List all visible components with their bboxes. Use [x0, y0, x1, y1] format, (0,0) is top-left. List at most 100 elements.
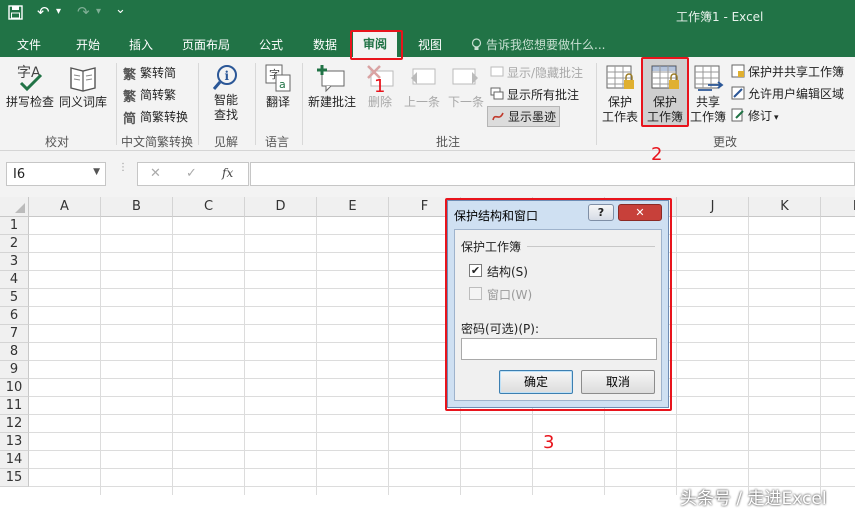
track-changes-dropdown-icon: ▾	[774, 113, 779, 123]
annotation-step-1: 1	[374, 76, 386, 97]
column-header[interactable]: K	[749, 197, 821, 217]
annotation-box-review-tab	[350, 30, 403, 60]
row-header[interactable]: 12	[0, 415, 29, 433]
tell-me-search[interactable]: 告诉我您想要做什么...	[471, 36, 605, 53]
tab-data[interactable]: 数据	[313, 36, 337, 53]
redo-icon[interactable]: ↷	[77, 3, 90, 21]
show-hide-comment-button[interactable]: 显示/隐藏批注	[490, 64, 583, 81]
row-header[interactable]: 1	[0, 217, 29, 235]
annotation-step-3: 3	[543, 432, 555, 453]
svg-text:i: i	[225, 69, 230, 83]
row-header[interactable]: 11	[0, 397, 29, 415]
protect-sheet-label-2: 工作表	[601, 110, 638, 124]
formula-bar-grip-icon[interactable]: ⋮	[118, 163, 128, 173]
cancel-formula-icon[interactable]: ✕	[150, 166, 161, 181]
simp-to-trad-label: 简转繁	[140, 88, 177, 102]
protect-sheet-button[interactable]: 保护 工作表	[600, 63, 640, 125]
previous-comment-icon	[411, 68, 436, 85]
annotation-box-dialog	[445, 198, 672, 411]
name-box[interactable]: I6 ▼	[6, 162, 106, 186]
formula-bar-area: I6 ▼ ⋮ ✕ ✓ fx	[0, 151, 855, 197]
save-icon[interactable]	[8, 5, 23, 24]
undo-icon[interactable]: ↶	[37, 3, 50, 21]
track-changes-label: 修订	[748, 109, 773, 123]
tab-home[interactable]: 开始	[76, 36, 100, 53]
column-header[interactable]: A	[29, 197, 101, 217]
column-header[interactable]: J	[677, 197, 749, 217]
tab-page-layout[interactable]: 页面布局	[182, 36, 230, 53]
tell-me-text: 告诉我您想要做什么...	[486, 38, 606, 52]
row-header[interactable]: 15	[0, 469, 29, 487]
formula-input[interactable]	[250, 162, 855, 186]
group-divider	[596, 63, 597, 145]
smart-lookup-button[interactable]: i 智能 查找	[205, 63, 247, 123]
redo-dropdown-icon[interactable]: ▾	[96, 6, 101, 17]
row-header[interactable]: 8	[0, 343, 29, 361]
group-divider	[116, 63, 117, 145]
ribbon-tab-bar: 文件 开始 插入 页面布局 公式 数据 审阅 视图 告诉我您想要做什么...	[0, 30, 855, 58]
new-comment-button[interactable]: 新建批注	[306, 63, 358, 110]
row-header[interactable]: 7	[0, 325, 29, 343]
tab-insert[interactable]: 插入	[129, 36, 153, 53]
column-header[interactable]: L	[821, 197, 855, 217]
column-header[interactable]: C	[173, 197, 245, 217]
row-header[interactable]: 4	[0, 271, 29, 289]
group-label-chinese: 中文简繁转换	[121, 135, 194, 149]
select-all-corner[interactable]	[0, 197, 29, 217]
share-workbook-icon	[694, 65, 724, 91]
tab-file[interactable]: 文件	[17, 36, 41, 53]
spelling-button[interactable]: 字A 拼写检查	[5, 63, 55, 110]
window-title: 工作簿1 - Excel	[676, 10, 764, 24]
row-header[interactable]: 9	[0, 361, 29, 379]
cell-area[interactable]	[29, 217, 855, 495]
row-header[interactable]: 6	[0, 307, 29, 325]
protect-sheet-icon	[606, 65, 634, 89]
tab-formulas[interactable]: 公式	[259, 36, 283, 53]
row-header[interactable]: 14	[0, 451, 29, 469]
customize-toolbar-icon[interactable]: ⌄	[115, 2, 126, 17]
tab-view[interactable]: 视图	[418, 36, 442, 53]
row-header[interactable]: 2	[0, 235, 29, 253]
show-all-comments-icon	[490, 87, 504, 100]
watermark-text: 头条号 / 走进Excel	[680, 489, 827, 509]
simp-icon: 繁	[123, 90, 137, 105]
convert-icon: 简	[123, 112, 137, 127]
name-box-dropdown-icon[interactable]: ▼	[93, 167, 100, 177]
share-workbook-label-1: 共享	[695, 95, 720, 109]
book-icon	[70, 67, 96, 92]
protect-share-button[interactable]: 保护并共享工作簿	[731, 63, 844, 80]
next-comment-label: 下一条	[447, 95, 484, 109]
undo-dropdown-icon[interactable]: ▾	[56, 6, 61, 17]
show-ink-label: 显示墨迹	[508, 110, 557, 124]
delete-comment-label: 删除	[367, 95, 392, 109]
row-header[interactable]: 5	[0, 289, 29, 307]
column-header[interactable]: B	[101, 197, 173, 217]
row-header[interactable]: 13	[0, 433, 29, 451]
next-comment-button[interactable]: 下一条	[446, 63, 486, 110]
thesaurus-button[interactable]: 同义词库	[57, 63, 109, 110]
translate-button[interactable]: 字a 翻译	[259, 63, 297, 110]
enter-formula-icon[interactable]: ✓	[186, 166, 197, 181]
new-comment-icon	[317, 65, 345, 93]
trad-to-simp-button[interactable]: 繁繁转简	[123, 64, 176, 83]
allow-edit-ranges-button[interactable]: 允许用户编辑区域	[731, 85, 844, 102]
share-workbook-label-2: 工作簿	[689, 110, 726, 124]
column-header[interactable]: E	[317, 197, 389, 217]
chinese-convert-button[interactable]: 简简繁转换	[123, 108, 188, 127]
column-header[interactable]: D	[245, 197, 317, 217]
translate-label: 翻译	[265, 95, 290, 109]
show-all-comments-button[interactable]: 显示所有批注	[490, 86, 579, 103]
protect-share-icon	[731, 64, 745, 78]
share-workbook-button[interactable]: 共享 工作簿	[688, 63, 728, 125]
previous-comment-button[interactable]: 上一条	[402, 63, 442, 110]
insert-function-icon[interactable]: fx	[222, 166, 233, 180]
track-changes-button[interactable]: 修订 ▾	[731, 107, 779, 124]
group-divider	[198, 63, 199, 145]
simp-to-trad-button[interactable]: 繁简转繁	[123, 86, 177, 105]
worksheet-grid[interactable]: ABCDEFGHIJKL 123456789101112131415	[0, 197, 855, 512]
show-ink-button[interactable]: 显示墨迹	[487, 106, 561, 127]
show-hide-comment-label: 显示/隐藏批注	[507, 66, 584, 80]
ribbon-review: 字A 拼写检查 同义词库 校对 繁繁转简 繁简转繁 简简繁转换 中文简繁转换 i…	[0, 57, 855, 151]
row-header[interactable]: 10	[0, 379, 29, 397]
row-header[interactable]: 3	[0, 253, 29, 271]
